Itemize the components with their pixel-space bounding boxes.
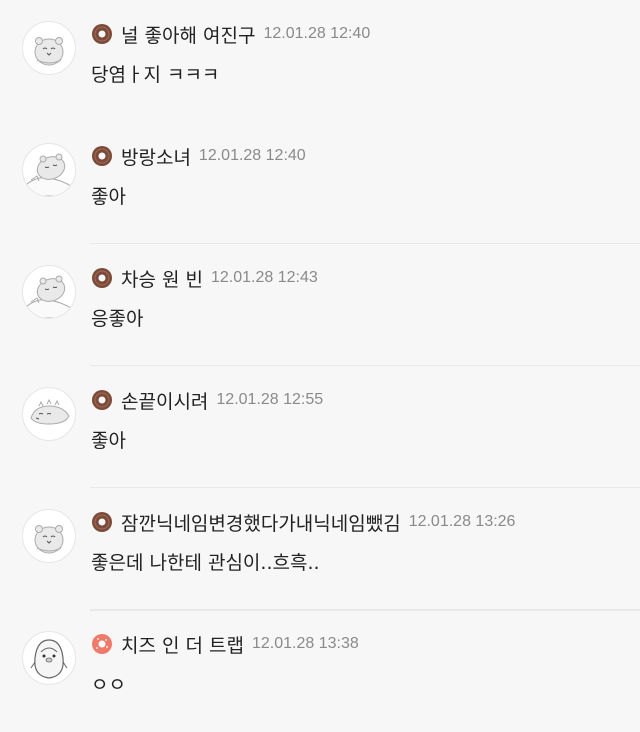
- avatar[interactable]: [22, 631, 76, 685]
- avatar[interactable]: [22, 21, 76, 75]
- comment-header: 치즈 인 더 트랩 12.01.28 13:38: [91, 630, 359, 658]
- comment-text: 좋아: [91, 186, 126, 208]
- donut-dark-icon: [92, 390, 112, 410]
- comment-list: 널 좋아해 여진구 12.01.28 12:40 당염ㅏ지 ㅋㅋㅋ 방랑소녀 1…: [0, 0, 640, 709]
- avatar[interactable]: [22, 509, 76, 563]
- comment-text: 좋아: [91, 430, 126, 452]
- timestamp: 12.01.28 12:55: [216, 391, 324, 408]
- avatar[interactable]: [22, 387, 76, 441]
- sleeping-hamster-icon: [26, 153, 72, 196]
- nickname[interactable]: 치즈 인 더 트랩: [121, 631, 244, 658]
- hamster-icon: [34, 37, 64, 66]
- comment-header: 잠깐닉네임변경했다가내닉네임뺐김 12.01.28 13:26: [91, 508, 515, 536]
- comment-item: 차승 원 빈 12.01.28 12:43 응좋아: [0, 244, 640, 366]
- comment-text: 당염ㅏ지 ㅋㅋㅋ: [91, 64, 220, 86]
- donut-dark-icon: [92, 268, 112, 288]
- donut-pink-icon: [92, 634, 112, 654]
- comment-text: 좋은데 나한테 관심이..흐흑..: [91, 552, 320, 574]
- divider: [90, 610, 640, 611]
- penguin-icon: [30, 639, 68, 679]
- comment-text: ㅇㅇ: [91, 674, 126, 696]
- nickname[interactable]: 손끝이시려: [121, 387, 208, 414]
- timestamp: 12.01.28 12:43: [211, 269, 318, 286]
- avatar[interactable]: [22, 143, 76, 197]
- comment-header: 방랑소녀 12.01.28 12:40: [91, 142, 306, 170]
- nickname[interactable]: 방랑소녀: [121, 143, 191, 170]
- nickname[interactable]: 잠깐닉네임변경했다가내닉네임뺐김: [121, 509, 401, 536]
- comment-header: 손끝이시려 12.01.28 12:55: [91, 386, 323, 414]
- nickname[interactable]: 차승 원 빈: [121, 265, 203, 292]
- nickname[interactable]: 널 좋아해 여진구: [121, 21, 255, 48]
- comment-text: 응좋아: [91, 308, 144, 330]
- comment-item: 방랑소녀 12.01.28 12:40 좋아: [0, 122, 640, 244]
- timestamp: 12.01.28 12:40: [263, 25, 371, 42]
- comment-item: 잠깐닉네임변경했다가내닉네임뺐김 12.01.28 13:26 좋은데 나한테 …: [0, 488, 640, 610]
- comment-header: 차승 원 빈 12.01.28 12:43: [91, 264, 318, 292]
- timestamp: 12.01.28 13:38: [252, 635, 359, 652]
- comment-item: 치즈 인 더 트랩 12.01.28 13:38 ㅇㅇ: [0, 610, 640, 732]
- hamster-icon: [34, 525, 64, 554]
- donut-dark-icon: [92, 146, 112, 166]
- comment-item: 손끝이시려 12.01.28 12:55 좋아: [0, 366, 640, 488]
- donut-dark-icon: [92, 512, 112, 532]
- comment-item: 널 좋아해 여진구 12.01.28 12:40 당염ㅏ지 ㅋㅋㅋ: [0, 0, 640, 122]
- avatar[interactable]: [22, 265, 76, 319]
- timestamp: 12.01.28 12:40: [198, 147, 306, 164]
- donut-dark-icon: [92, 24, 112, 44]
- comment-header: 널 좋아해 여진구 12.01.28 12:40: [91, 20, 370, 48]
- lying-hamster-icon: [30, 398, 70, 425]
- sleeping-hamster-icon: [26, 275, 72, 318]
- timestamp: 12.01.28 13:26: [408, 513, 516, 530]
